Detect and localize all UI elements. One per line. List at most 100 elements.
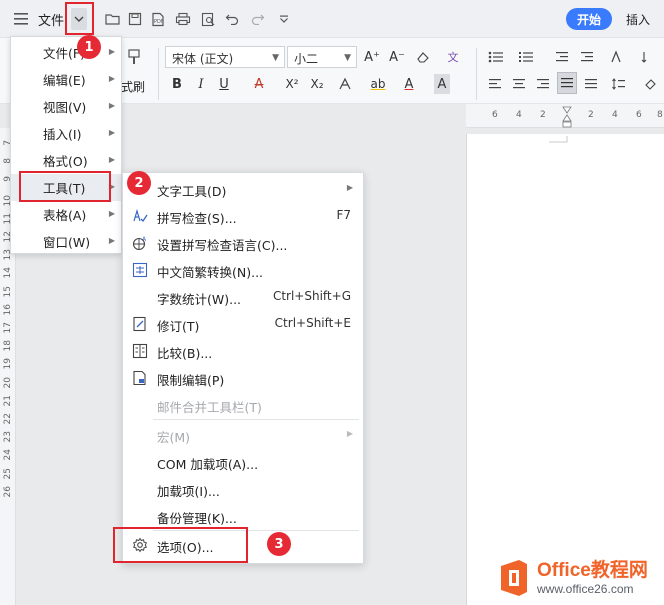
phonetic-guide-button[interactable]: 文 xyxy=(442,47,464,67)
ruler-mark: 22 xyxy=(3,413,13,425)
chevron-right-icon: ▶ xyxy=(108,47,115,56)
ruler-mark: 8 xyxy=(657,110,663,120)
menu-item-track-changes[interactable]: 修订(T) Ctrl+Shift+E xyxy=(123,310,363,337)
distribute-icon[interactable] xyxy=(582,74,600,94)
menu-item-edit[interactable]: 编辑(E) ▶ xyxy=(11,66,121,93)
chevron-right-icon: ▶ xyxy=(108,101,115,110)
font-color-button[interactable]: A xyxy=(402,74,416,94)
menu-item-compare[interactable]: 比较(B)... xyxy=(123,337,363,364)
bullet-list-icon[interactable] xyxy=(486,47,506,67)
menu-item-spell-language[interactable]: A 设置拼写检查语言(C)... xyxy=(123,229,363,256)
save-icon[interactable] xyxy=(125,9,145,29)
menu-item-backup-manager[interactable]: 备份管理(K)... xyxy=(123,502,363,529)
menu-item-insert[interactable]: 插入(I) ▶ xyxy=(11,120,121,147)
ruler-mark: 2 xyxy=(540,110,546,120)
ribbon-divider xyxy=(158,48,159,100)
menu-item-addins[interactable]: 加载项(I)... xyxy=(123,475,363,502)
strikethrough-button[interactable]: A xyxy=(252,74,266,94)
decrease-indent-icon[interactable] xyxy=(553,47,571,67)
format-brush-label[interactable]: 式刷 xyxy=(121,78,145,95)
watermark: Office教程网 www.office26.com xyxy=(497,558,648,598)
bold-button[interactable]: B xyxy=(170,74,184,94)
format-brush-icon[interactable] xyxy=(124,48,144,68)
menu-item-label: 加载项(I)... xyxy=(157,484,220,499)
ruler-mark: 26 xyxy=(3,485,13,498)
menu-item-table[interactable]: 表格(A) ▶ xyxy=(11,201,121,228)
menu-item-label: 设置拼写检查语言(C)... xyxy=(157,238,288,253)
export-pdf-icon[interactable]: PDF xyxy=(148,9,168,29)
char-shading-button[interactable]: A xyxy=(434,74,450,94)
menu-item-restrict-editing[interactable]: 限制编辑(P) xyxy=(123,364,363,391)
italic-button[interactable]: I xyxy=(194,74,208,94)
text-effect-icon[interactable] xyxy=(337,74,353,94)
menu-item-label: 文字工具(D) xyxy=(157,184,227,199)
ribbon-divider xyxy=(476,48,477,100)
underline-button[interactable]: U xyxy=(217,74,231,94)
shading-icon[interactable] xyxy=(642,74,660,94)
clear-format-icon[interactable] xyxy=(414,47,432,67)
menu-item-view[interactable]: 视图(V) ▶ xyxy=(11,93,121,120)
ruler-mark: 4 xyxy=(612,110,618,120)
menu-item-chinese-conversion[interactable]: 中文简繁转换(N)... xyxy=(123,256,363,283)
font-name-select[interactable]: 宋体 (正文) ▼ xyxy=(165,46,285,68)
grow-font-button[interactable]: A⁺ xyxy=(363,47,381,67)
office-logo-icon xyxy=(497,558,531,598)
shrink-font-button[interactable]: A⁻ xyxy=(388,47,406,67)
chinese-layout-icon[interactable] xyxy=(606,47,626,67)
font-size-select[interactable]: 小二 ▼ xyxy=(287,46,357,68)
menu-item-label: 表格(A) xyxy=(43,208,87,223)
menu-item-label: 比较(B)... xyxy=(157,346,213,361)
justify-icon[interactable] xyxy=(557,72,577,94)
align-center-icon[interactable] xyxy=(510,74,528,94)
print-icon[interactable] xyxy=(173,9,193,29)
customize-quick-access-icon[interactable] xyxy=(274,9,294,29)
menu-item-macro: 宏(M) ▶ xyxy=(123,421,363,448)
menu-item-format[interactable]: 格式(O) ▶ xyxy=(11,147,121,174)
sort-icon[interactable] xyxy=(638,47,656,67)
menu-item-spell-check[interactable]: 拼写检查(S)... F7 xyxy=(123,202,363,229)
numbered-list-icon[interactable] xyxy=(516,47,536,67)
increase-indent-icon[interactable] xyxy=(578,47,596,67)
ruler-mark: 24 xyxy=(3,449,13,461)
superscript-button[interactable]: X² xyxy=(282,74,302,94)
redo-icon[interactable] xyxy=(248,9,268,29)
step-badge-2: 2 xyxy=(127,171,151,195)
menu-item-com-addins[interactable]: COM 加载项(A)... xyxy=(123,448,363,475)
line-spacing-icon[interactable] xyxy=(610,74,628,94)
open-folder-icon[interactable] xyxy=(103,9,123,29)
ruler-mark: 20 xyxy=(3,376,13,389)
indent-marker-icon[interactable] xyxy=(562,106,572,128)
restrict-edit-icon xyxy=(131,369,149,387)
print-preview-icon[interactable] xyxy=(198,9,218,29)
menu-item-label: 格式(O) xyxy=(43,154,88,169)
ruler-mark: 15 xyxy=(3,285,13,298)
align-right-icon[interactable] xyxy=(534,74,552,94)
hamburger-menu-icon[interactable] xyxy=(10,8,32,30)
step-badge-3: 3 xyxy=(267,532,291,556)
menu-item-window[interactable]: 窗口(W) ▶ xyxy=(11,228,121,255)
menu-item-file[interactable]: 文件(F) ▶ xyxy=(11,39,121,66)
ruler-mark: 25 xyxy=(3,467,13,480)
menu-item-text-tools[interactable]: 文字工具(D) ▶ xyxy=(123,175,363,202)
tab-insert[interactable]: 插入 xyxy=(626,11,650,28)
chevron-right-icon: ▶ xyxy=(108,209,115,218)
undo-icon[interactable] xyxy=(222,9,242,29)
font-size-value: 小二 xyxy=(294,52,319,66)
ruler-mark: 19 xyxy=(3,358,13,370)
menu-item-label: 宏(M) xyxy=(157,430,191,445)
chevron-right-icon: ▶ xyxy=(108,74,115,83)
ruler-mark: 2 xyxy=(588,110,594,120)
highlight-button[interactable]: ab xyxy=(369,74,387,94)
menu-item-word-count[interactable]: 字数统计(W)... Ctrl+Shift+G xyxy=(123,283,363,310)
menu-item-label: 限制编辑(P) xyxy=(157,373,225,388)
subscript-button[interactable]: X₂ xyxy=(307,74,327,94)
shortcut-label: Ctrl+Shift+G xyxy=(272,289,351,303)
highlight-box-step2 xyxy=(19,171,111,202)
language-globe-icon: A xyxy=(131,234,149,252)
document-page[interactable] xyxy=(466,134,664,605)
menu-item-label: 中文简繁转换(N)... xyxy=(157,265,264,280)
ruler-mark: 6 xyxy=(636,110,642,120)
tab-start[interactable]: 开始 xyxy=(566,8,612,30)
file-menu-label[interactable]: 文件 xyxy=(38,10,64,29)
align-left-icon[interactable] xyxy=(486,74,504,94)
